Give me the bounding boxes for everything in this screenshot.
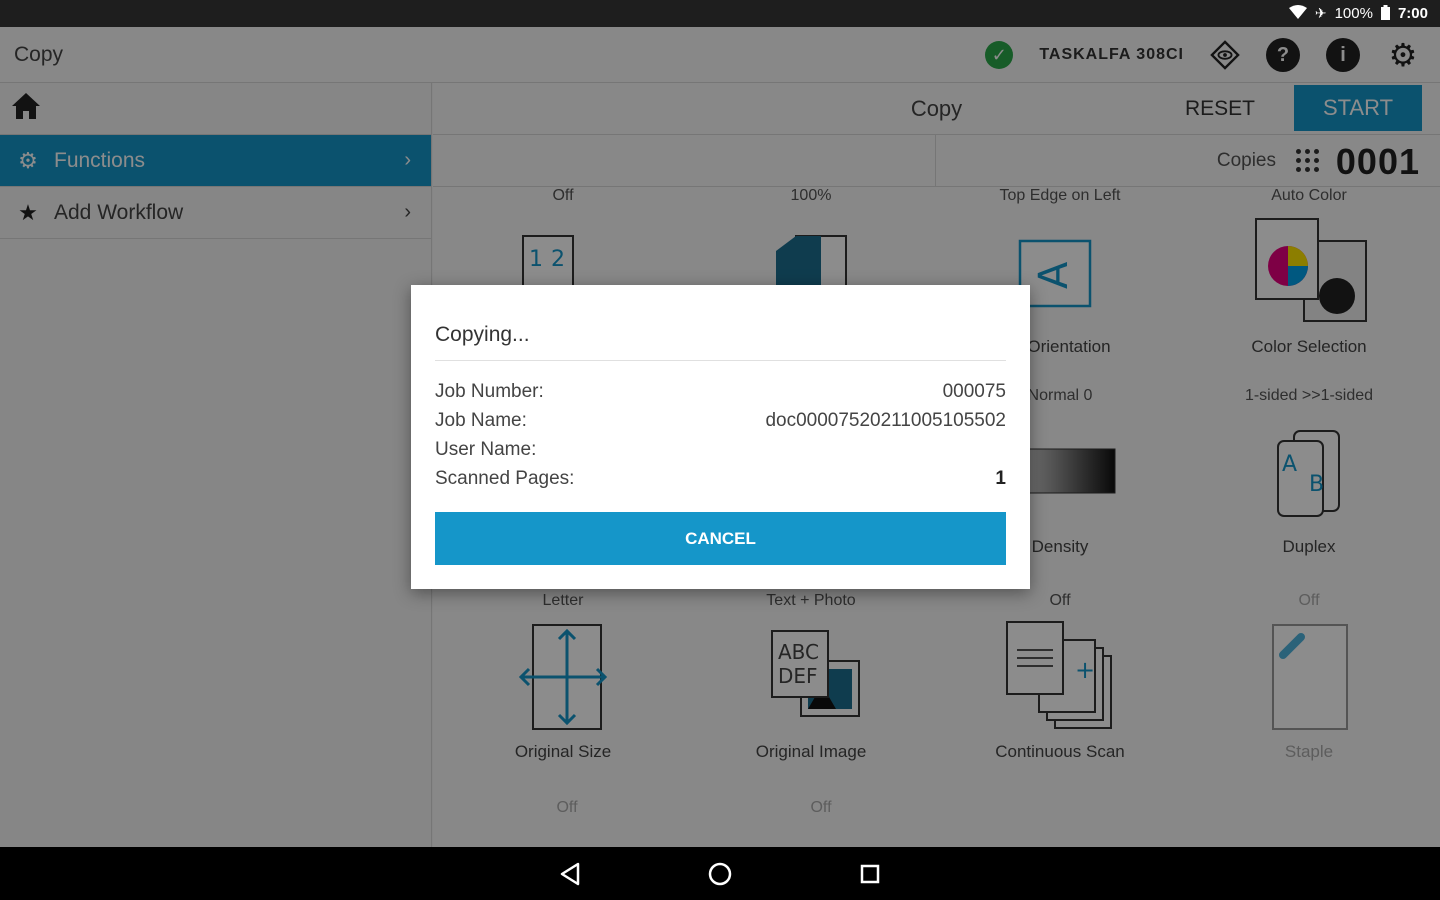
status-bar: ✈ 100% 7:00 (0, 0, 1440, 27)
row-label: Job Number: (435, 380, 544, 402)
row-value: 1 (995, 467, 1006, 489)
row-label: User Name: (435, 438, 537, 460)
job-number-row: Job Number: 000075 (435, 377, 1006, 406)
recents-square-icon[interactable] (850, 854, 890, 894)
back-icon[interactable] (550, 854, 590, 894)
system-nav-bar (0, 847, 1440, 900)
airplane-icon: ✈ (1314, 5, 1327, 21)
scanned-pages-row: Scanned Pages: 1 (435, 464, 1006, 493)
cancel-button[interactable]: CANCEL (435, 512, 1006, 565)
row-label: Job Name: (435, 409, 527, 431)
battery-icon (1380, 4, 1390, 23)
user-name-row: User Name: (435, 435, 1006, 464)
battery-level: 100% (1334, 5, 1373, 22)
row-value: 000075 (942, 380, 1006, 402)
row-value: doc00007520211005105502 (765, 409, 1006, 431)
clock: 7:00 (1397, 5, 1428, 22)
row-label: Scanned Pages: (435, 467, 575, 489)
home-circle-icon[interactable] (700, 854, 740, 894)
wifi-icon (1288, 5, 1307, 22)
dialog-title: Copying... (435, 285, 1006, 361)
job-info: Job Number: 000075 Job Name: doc00007520… (435, 361, 1006, 493)
copying-dialog: Copying... Job Number: 000075 Job Name: … (411, 285, 1030, 589)
job-name-row: Job Name: doc00007520211005105502 (435, 406, 1006, 435)
